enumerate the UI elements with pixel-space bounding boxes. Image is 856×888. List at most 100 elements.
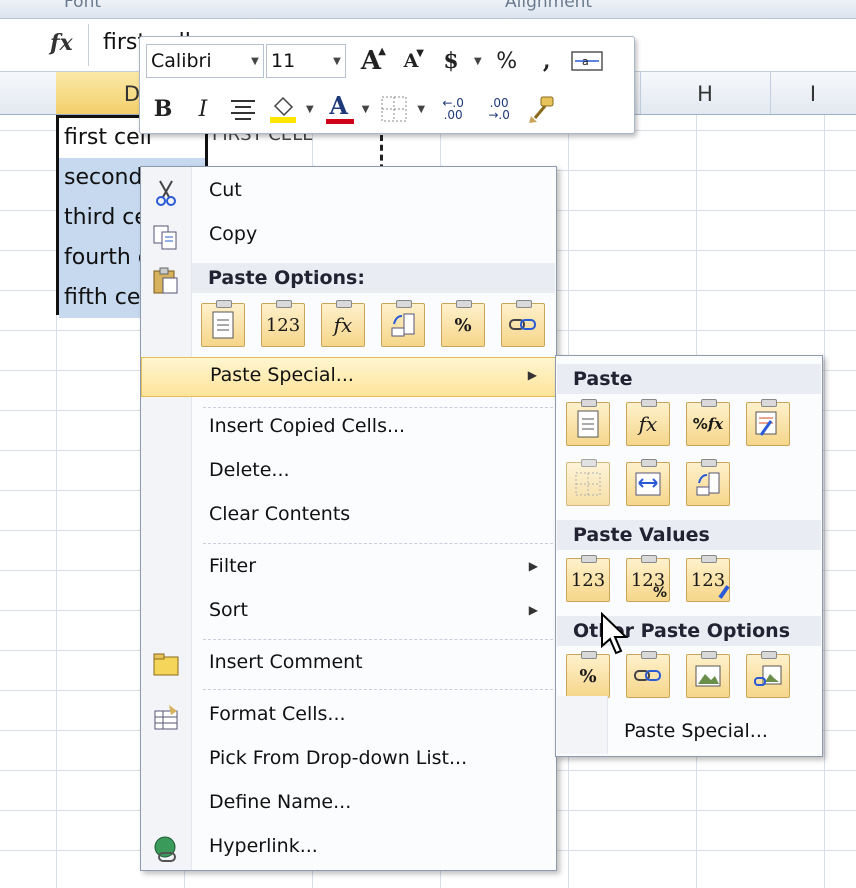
submenu-other-header: Other Paste Options (557, 616, 821, 646)
sub-no-borders-button[interactable] (566, 459, 610, 506)
ribbon-group-alignment: Alignment (505, 0, 593, 12)
menu-item-clear-contents[interactable]: Clear Contents (141, 497, 556, 537)
sub-transpose-button[interactable] (686, 459, 730, 506)
clipboard-paste-icon (153, 267, 178, 294)
center-align-button[interactable] (226, 92, 260, 126)
paste-link-icon (634, 670, 661, 681)
increase-decimal-button[interactable]: ←.0 .00 (433, 92, 473, 126)
comma-button[interactable]: , (530, 44, 564, 78)
scissors-icon (156, 180, 176, 206)
menu-separator (203, 543, 553, 544)
menu-item-pick-from-list[interactable]: Pick From Drop-down List... (141, 741, 556, 781)
menu-item-cut[interactable]: Cut (141, 173, 556, 213)
sub-formulas-button[interactable]: fx (626, 399, 670, 446)
menu-item-label: Hyperlink... (209, 835, 318, 857)
chevron-down-icon[interactable]: ▼ (329, 56, 345, 67)
menu-item-label: Insert Copied Cells... (209, 415, 406, 437)
format-cells-icon (154, 705, 178, 730)
sub-paste-link-button[interactable] (626, 651, 670, 698)
paste-link-button[interactable] (501, 300, 545, 347)
currency-icon: $ (443, 48, 459, 74)
bold-button[interactable]: B (146, 92, 180, 126)
currency-button[interactable]: $ (434, 44, 468, 78)
sub-formulas-number-format-button[interactable]: %fx (686, 399, 730, 446)
column-header-i[interactable]: I (770, 72, 856, 114)
paste-formulas-button[interactable]: fx (321, 300, 365, 347)
sub-keep-column-widths-button[interactable] (626, 459, 670, 506)
submenu-icon-gutter (557, 696, 608, 754)
menu-item-label: Filter (209, 555, 257, 577)
sub-values-number-format-button[interactable]: 123% (626, 555, 670, 602)
percent-button[interactable]: % (490, 44, 524, 78)
italic-button[interactable]: I (186, 92, 220, 126)
menu-item-label: Pick From Drop-down List... (209, 747, 468, 769)
values-123-icon: 123 (265, 314, 301, 336)
chevron-down-icon[interactable]: ▼ (474, 56, 482, 67)
menu-item-label: Insert Comment (209, 651, 363, 673)
grow-font-button[interactable]: A ▲ (354, 44, 388, 78)
chevron-down-icon[interactable]: ▼ (306, 104, 314, 115)
font-size-combo[interactable]: 11 ▼ (266, 44, 346, 78)
paste-transpose-button[interactable] (381, 300, 425, 347)
menu-item-label: Paste Special... (210, 364, 354, 386)
fill-color-button[interactable] (266, 92, 300, 126)
sub-values-button[interactable]: 123 (566, 555, 610, 602)
menu-item-sort[interactable]: Sort ▶ (141, 593, 556, 633)
menu-item-define-name[interactable]: Define Name... (141, 785, 556, 825)
menu-item-insert-comment[interactable]: Insert Comment (141, 645, 556, 685)
fill-color-icon (270, 96, 296, 123)
menu-item-label: Define Name... (209, 791, 352, 813)
chevron-down-icon[interactable]: ▼ (247, 56, 263, 67)
format-painter-button[interactable] (525, 92, 559, 126)
row-header-corner[interactable] (0, 72, 57, 114)
menu-item-label: Sort (209, 599, 248, 621)
sub-linked-picture-button[interactable] (746, 651, 790, 698)
sub-formatting-button[interactable]: % (566, 651, 610, 698)
chevron-down-icon[interactable]: ▼ (417, 104, 425, 115)
ribbon-group-font: Font (64, 0, 102, 12)
submenu-paste-special[interactable]: Paste Special... (624, 720, 768, 742)
borders-button[interactable] (377, 92, 411, 126)
font-name-combo[interactable]: Calibri ▼ (146, 44, 264, 78)
sub-paste-button[interactable] (566, 399, 610, 446)
shrink-font-button[interactable]: A ▼ (394, 44, 428, 78)
hyperlink-globe-icon (154, 836, 176, 862)
merge-center-button[interactable]: a (570, 44, 604, 78)
chevron-down-icon[interactable]: ▼ (362, 104, 370, 115)
italic-icon: I (198, 96, 208, 122)
menu-item-label: Format Cells... (209, 703, 346, 725)
paste-icon (577, 410, 599, 438)
comment-icon (153, 653, 179, 676)
menu-item-insert-copied-cells[interactable]: Insert Copied Cells... (141, 409, 556, 449)
menu-item-filter[interactable]: Filter ▶ (141, 549, 556, 589)
sub-picture-button[interactable] (686, 651, 730, 698)
no-borders-icon (575, 472, 601, 496)
menu-item-format-cells[interactable]: Format Cells... (141, 697, 556, 737)
font-color-button[interactable]: A (322, 91, 356, 126)
ribbon-strip: Font Alignment (0, 0, 856, 19)
decrease-decimal-button[interactable]: .00 →.0 (479, 92, 519, 126)
menu-item-label: Cut (209, 179, 242, 201)
paste-button[interactable] (201, 300, 245, 347)
paste-link-icon (509, 319, 536, 330)
formatting-icon: % (579, 665, 597, 687)
percent-fx-icon: %fx (692, 415, 724, 433)
font-size-value: 11 (271, 50, 296, 72)
sub-keep-source-formatting-button[interactable] (746, 399, 790, 446)
menu-item-delete[interactable]: Delete... (141, 453, 556, 493)
svg-text:a: a (582, 55, 589, 68)
sub-values-source-formatting-button[interactable]: 123 (686, 555, 730, 602)
menu-item-label: Clear Contents (209, 503, 351, 525)
picture-icon (695, 665, 721, 687)
paste-formatting-button[interactable]: % (441, 300, 485, 347)
menu-item-hyperlink[interactable]: Hyperlink... (141, 829, 556, 869)
menu-item-copy[interactable]: Copy (141, 217, 556, 257)
transpose-icon (391, 313, 415, 337)
insert-function-icon[interactable]: fx (50, 30, 73, 56)
menu-item-paste-special[interactable]: Paste Special... ▶ (141, 357, 556, 397)
increase-decimal-icon: ←.0 .00 (442, 96, 464, 122)
column-header-h[interactable]: H (640, 72, 771, 114)
formulas-fx-icon: fx (638, 412, 658, 436)
paste-values-button[interactable]: 123 (261, 300, 305, 347)
menu-item-label: Delete... (209, 459, 290, 481)
